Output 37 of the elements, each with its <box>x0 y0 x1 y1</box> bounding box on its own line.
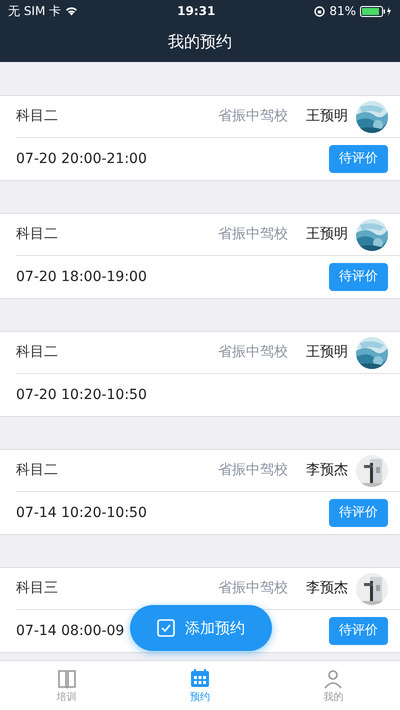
coach-name: 王预明 <box>306 343 348 362</box>
appointment-time: 07-14 10:20-10:50 <box>16 504 147 522</box>
school-name: 省振中驾校 <box>218 225 288 244</box>
subject-label: 科目二 <box>16 107 58 126</box>
tab-item[interactable]: 培训 <box>0 661 134 710</box>
carrier-label: 无 SIM 卡 <box>8 3 62 20</box>
rotation-lock-icon <box>314 6 326 16</box>
subject-label: 科目三 <box>16 579 58 598</box>
tab-item[interactable]: 预约 <box>133 661 267 710</box>
appointment-time: 07-20 10:20-10:50 <box>16 386 147 404</box>
school-name: 省振中驾校 <box>218 579 288 598</box>
review-button[interactable]: 待评价 <box>329 145 388 173</box>
review-button[interactable]: 待评价 <box>329 499 388 527</box>
checkbox-icon <box>157 619 175 637</box>
coach-name: 李预杰 <box>306 461 348 480</box>
subject-label: 科目二 <box>16 343 58 362</box>
school-name: 省振中驾校 <box>218 343 288 362</box>
add-appointment-button[interactable]: 添加预约 <box>130 605 272 651</box>
calendar-icon <box>188 666 211 688</box>
school-name: 省振中驾校 <box>218 461 288 480</box>
wifi-icon <box>65 6 78 16</box>
appointment-time: 07-14 08:00-09 <box>16 622 124 640</box>
coach-name: 李预杰 <box>306 579 348 598</box>
battery-icon <box>360 6 392 16</box>
school-name: 省振中驾校 <box>218 107 288 126</box>
tab-item[interactable]: 我的 <box>266 661 400 710</box>
subject-label: 科目二 <box>16 461 58 480</box>
appointment-time: 07-20 20:00-21:00 <box>16 150 147 168</box>
clock-time: 19:31 <box>177 3 216 20</box>
coach-name: 王预明 <box>306 107 348 126</box>
appointment-time: 07-20 18:00-19:00 <box>16 268 147 286</box>
subject-label: 科目二 <box>16 225 58 244</box>
review-button[interactable]: 待评价 <box>329 263 388 291</box>
review-button[interactable]: 待评价 <box>329 617 388 645</box>
page-title: 我的预约 <box>168 31 232 53</box>
battery-percent: 81% <box>329 3 356 20</box>
coach-name: 王预明 <box>306 225 348 244</box>
